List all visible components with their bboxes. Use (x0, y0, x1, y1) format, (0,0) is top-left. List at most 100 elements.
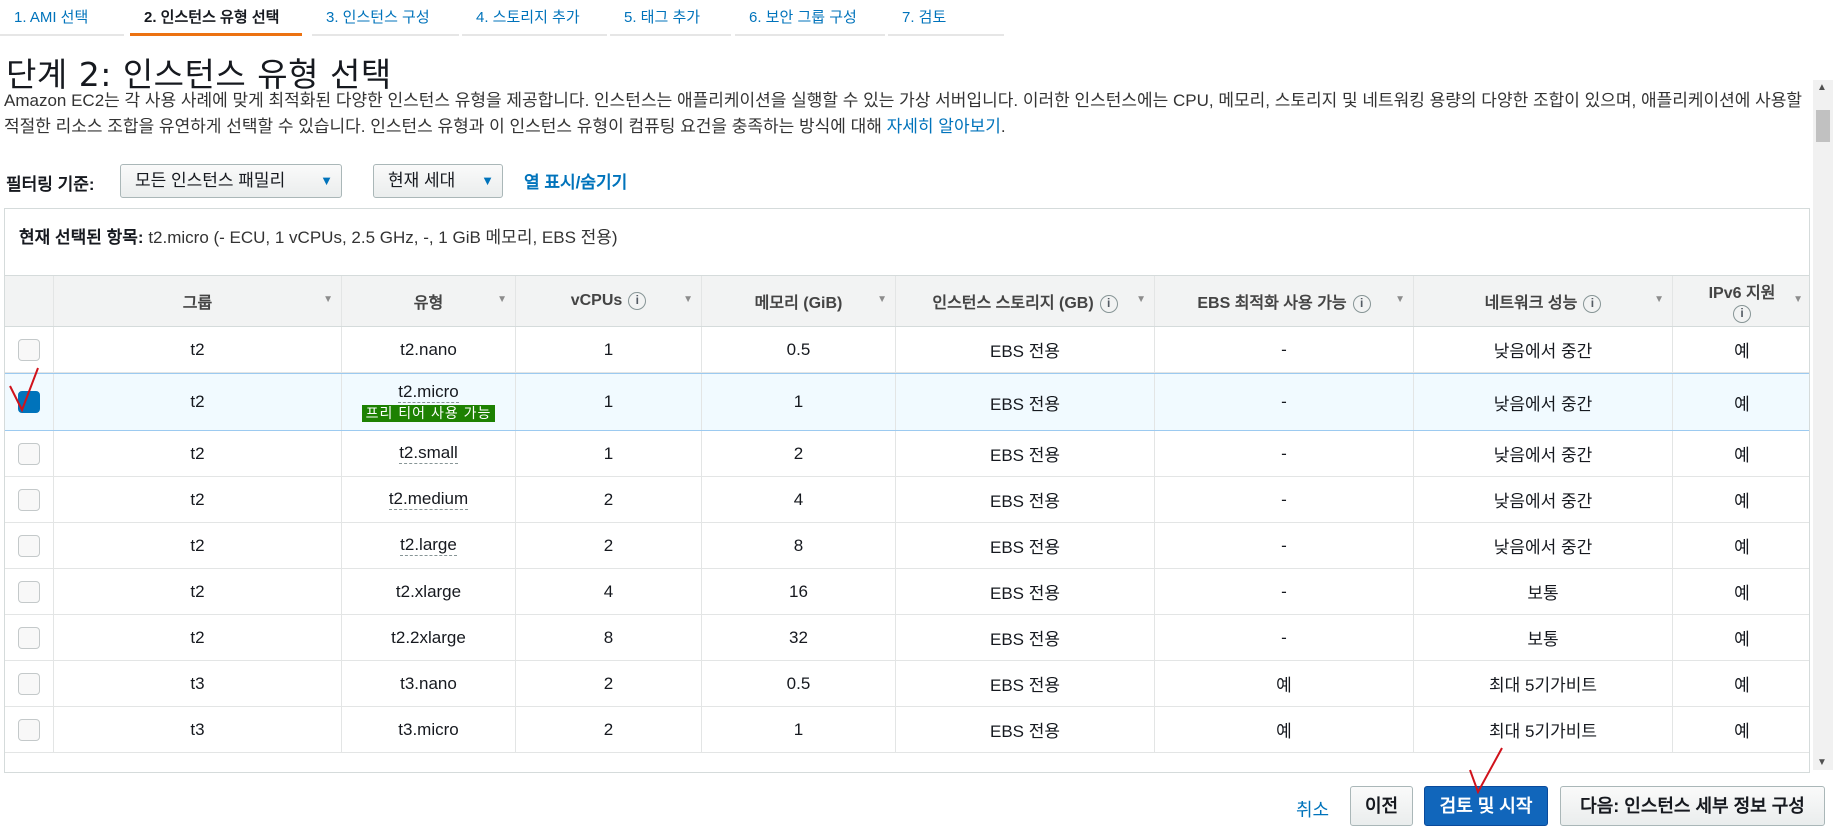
cell-ebs: - (1155, 477, 1414, 522)
table-row[interactable]: t2 t2.xlarge 4 16 EBS 전용 - 보통 예 (5, 569, 1809, 615)
info-icon[interactable]: i (1352, 294, 1371, 313)
next-configure-details-button[interactable]: 다음: 인스턴스 세부 정보 구성 (1560, 786, 1825, 826)
cell-value: 1 (603, 443, 614, 463)
sort-icon: ▼ (1793, 294, 1803, 305)
current-selection: 현재 선택된 항목: t2.micro (- ECU, 1 vCPUs, 2.5… (19, 223, 618, 248)
tab-add-tags[interactable]: 5. 태그 추가 (610, 0, 731, 36)
cell-value: t3 (190, 719, 205, 739)
cell-type: t2.micro 프리 티어 사용 가능 (342, 374, 516, 430)
show-hide-columns-link[interactable]: 열 표시/숨기기 (524, 168, 627, 193)
tab-ami[interactable]: 1. AMI 선택 (0, 0, 124, 36)
header-network[interactable]: 네트워크 성능 i ▼ (1414, 276, 1673, 326)
cell-memory: 0.5 (702, 327, 896, 372)
tab-instance-type[interactable]: 2. 인스턴스 유형 선택 (130, 0, 302, 36)
row-checkbox[interactable] (18, 338, 40, 361)
chevron-down-icon: ▼ (320, 173, 333, 188)
header-group[interactable]: 그룹 ▼ (54, 276, 342, 326)
cell-value: 1 (793, 392, 804, 411)
generation-select[interactable]: 현재 세대 ▼ (373, 164, 503, 198)
scroll-thumb[interactable] (1816, 110, 1830, 142)
info-icon[interactable]: i (1733, 305, 1751, 323)
cell-value: 낮음에서 중간 (1493, 538, 1593, 557)
cell-value: 최대 5기가비트 (1488, 722, 1598, 741)
row-select-cell (5, 477, 54, 522)
cell-value: 4 (603, 581, 614, 601)
table-row[interactable]: t2 t2.small 1 2 EBS 전용 - 낮음에서 중간 예 (5, 431, 1809, 477)
cell-value: 2 (603, 673, 614, 693)
cell-network: 낮음에서 중간 (1414, 327, 1673, 372)
table-row[interactable]: t3 t3.micro 2 1 EBS 전용 예 최대 5기가비트 예 (5, 707, 1809, 753)
cell-value: 1 (793, 719, 804, 739)
table-header-row: 그룹 ▼ 유형 ▼ vCPUs i ▼ 메모리 (GiB) ▼ 인스턴스 스토리지 (GB… (5, 275, 1809, 327)
row-checkbox[interactable] (18, 718, 40, 741)
tab-configure-instance[interactable]: 3. 인스턴스 구성 (312, 0, 459, 36)
row-checkbox[interactable] (18, 534, 40, 557)
cell-value: EBS 전용 (989, 584, 1061, 603)
row-checkbox[interactable] (18, 580, 40, 603)
tab-add-storage[interactable]: 4. 스토리지 추가 (462, 0, 607, 36)
cell-memory: 2 (702, 431, 896, 476)
cell-value: - (1281, 339, 1287, 359)
cell-value: 8 (793, 535, 804, 555)
row-checkbox[interactable] (18, 672, 40, 695)
learn-more-link[interactable]: 자세히 알아보기 (887, 117, 1001, 136)
header-vcpus[interactable]: vCPUs i ▼ (516, 276, 702, 326)
wizard-tabs: 1. AMI 선택 2. 인스턴스 유형 선택 3. 인스턴스 구성 4. 스토… (0, 0, 1010, 38)
cell-ipv6: 예 (1673, 431, 1809, 476)
cell-value: EBS 전용 (989, 538, 1061, 557)
cell-value: 예 (1276, 676, 1292, 695)
sort-icon: ▼ (1654, 294, 1664, 305)
cell-value: 예 (1734, 676, 1750, 695)
cell-value: 예 (1276, 722, 1292, 741)
cell-group: t2 (54, 523, 342, 568)
cell-value: - (1281, 392, 1287, 411)
cancel-link[interactable]: 취소 (1296, 796, 1329, 822)
tab-review[interactable]: 7. 검토 (888, 0, 1004, 36)
cell-ebs: - (1155, 615, 1414, 660)
row-select-cell (5, 431, 54, 476)
cell-memory: 32 (702, 615, 896, 660)
row-checkbox-checked[interactable] (18, 391, 40, 413)
cell-value: 4 (793, 489, 804, 509)
cell-memory: 16 (702, 569, 896, 614)
info-icon[interactable]: i (1099, 294, 1118, 313)
header-ebs-optimized[interactable]: EBS 최적화 사용 가능 i ▼ (1155, 276, 1414, 326)
row-checkbox[interactable] (18, 442, 40, 465)
cell-value: 0.5 (786, 673, 811, 693)
cell-value: EBS 전용 (989, 722, 1061, 741)
cell-ipv6: 예 (1673, 523, 1809, 568)
previous-button[interactable]: 이전 (1350, 786, 1413, 826)
table-row[interactable]: t3 t3.nano 2 0.5 EBS 전용 예 최대 5기가비트 예 (5, 661, 1809, 707)
current-selection-label: 현재 선택된 항목: (19, 228, 144, 247)
cell-group: t2 (54, 327, 342, 372)
page-scrollbar[interactable]: ▲ ▼ (1813, 80, 1833, 770)
header-ipv6[interactable]: IPv6 지원 i ▼ (1673, 276, 1809, 326)
header-memory[interactable]: 메모리 (GiB) ▼ (702, 276, 896, 326)
table-row[interactable]: t2 t2.micro 프리 티어 사용 가능 1 1 EBS 전용 - 낮음에서 중간 예 (5, 373, 1809, 431)
info-icon[interactable]: i (1583, 294, 1602, 313)
cell-group: t2 (54, 477, 342, 522)
table-row[interactable]: t2 t2.large 2 8 EBS 전용 - 낮음에서 중간 예 (5, 523, 1809, 569)
sort-icon: ▼ (1136, 294, 1146, 305)
table-row[interactable]: t2 t2.medium 2 4 EBS 전용 - 낮음에서 중간 예 (5, 477, 1809, 523)
cell-vcpus: 1 (516, 374, 702, 430)
info-icon[interactable]: i (628, 291, 647, 310)
cell-ebs: - (1155, 327, 1414, 372)
row-checkbox[interactable] (18, 488, 40, 511)
scroll-down-icon[interactable]: ▼ (1817, 757, 1827, 768)
cell-value: - (1281, 489, 1287, 509)
scroll-up-icon[interactable]: ▲ (1817, 82, 1827, 93)
tab-security-group[interactable]: 6. 보안 그룹 구성 (735, 0, 885, 36)
cell-value: 보통 (1527, 630, 1559, 649)
header-type[interactable]: 유형 ▼ (342, 276, 516, 326)
table-row[interactable]: t2 t2.2xlarge 8 32 EBS 전용 - 보통 예 (5, 615, 1809, 661)
row-select-cell (5, 661, 54, 706)
cell-value: t2 (190, 627, 205, 647)
cell-storage: EBS 전용 (896, 661, 1155, 706)
table-row[interactable]: t2 t2.nano 1 0.5 EBS 전용 - 낮음에서 중간 예 (5, 327, 1809, 373)
row-checkbox[interactable] (18, 626, 40, 649)
header-instance-storage[interactable]: 인스턴스 스토리지 (GB) i ▼ (896, 276, 1155, 326)
instance-family-select[interactable]: 모든 인스턴스 패밀리 ▼ (120, 164, 342, 198)
cell-memory: 8 (702, 523, 896, 568)
review-and-launch-button[interactable]: 검토 및 시작 (1424, 786, 1548, 826)
